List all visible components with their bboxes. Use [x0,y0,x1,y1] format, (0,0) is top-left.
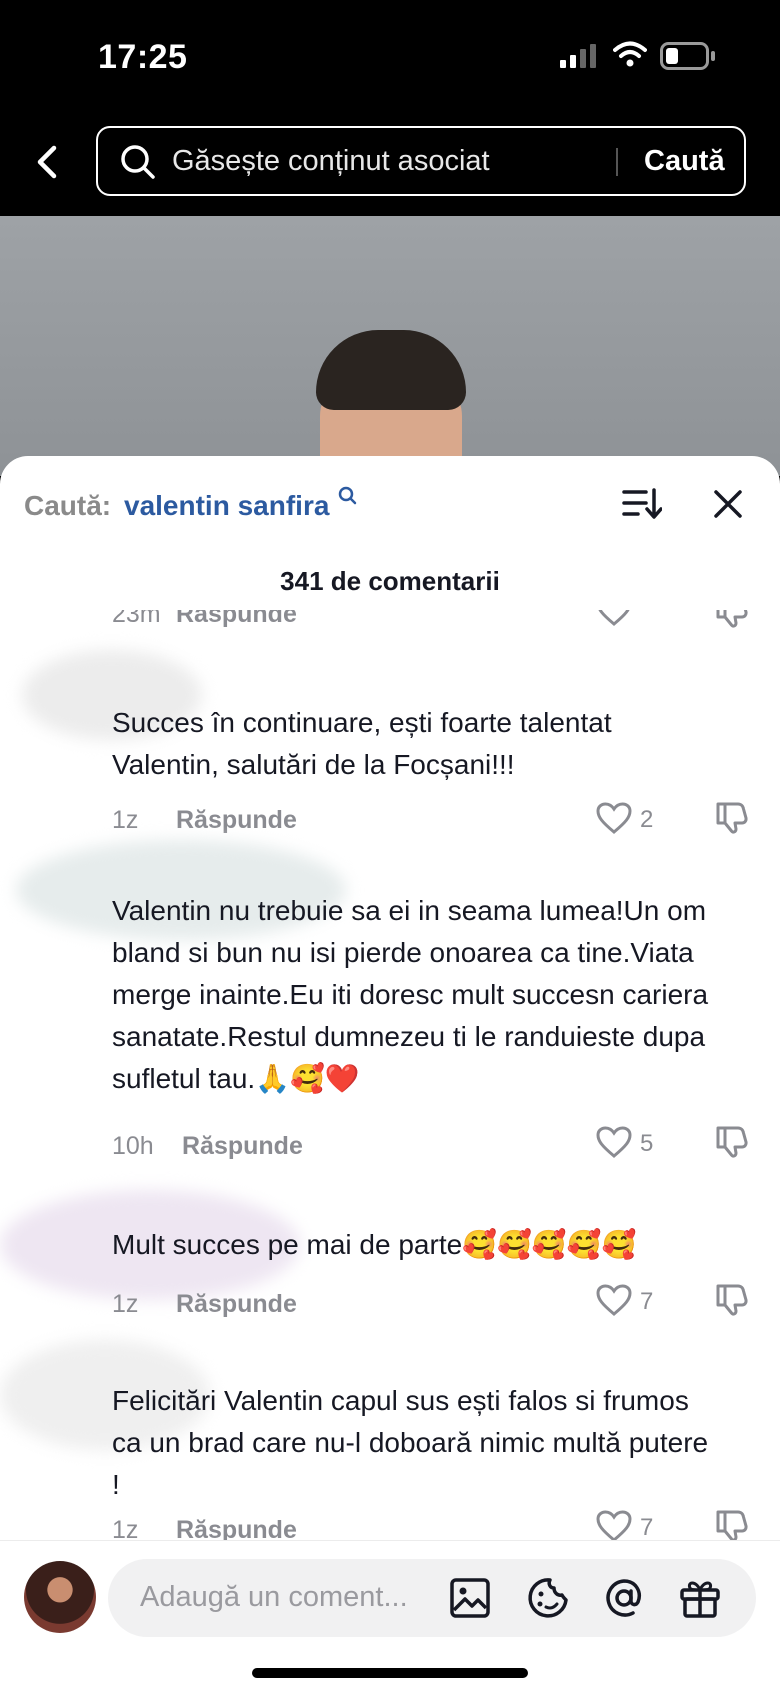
battery-icon [660,42,715,70]
person-hair [316,330,466,410]
comment-text: Mult succes pe mai de parte🥰🥰🥰🥰🥰 [112,1229,637,1260]
sort-icon[interactable] [622,486,662,522]
comment-meta: 1z Răspunde [112,1290,297,1319]
comment-meta: 1z Răspunde [112,806,297,835]
like-count: 5 [640,1130,654,1157]
comments-list[interactable]: 23m Răspunde Succes în continuare, ești … [0,610,780,1610]
comment-count: 341 de comentarii [280,566,500,596]
search-divider [616,148,618,176]
reply-button[interactable]: Răspunde [176,806,297,835]
comment-text: Felicitări Valentin capul sus ești falos… [112,1385,709,1500]
wifi-icon [613,41,647,67]
image-icon[interactable] [448,1576,492,1620]
top-bar: Găsește conținut asociat Caută [0,118,780,216]
comment-text: Succes în continuare, ești foarte talent… [112,707,612,780]
like-count: 7 [640,1514,654,1541]
search-placeholder: Găsește conținut asociat [172,145,490,177]
heart-icon[interactable] [596,1126,632,1158]
reply-button[interactable]: Răspunde [176,1290,297,1319]
like-count: 7 [640,1288,654,1315]
search-icon [121,145,155,179]
dislike-icon[interactable] [714,1124,750,1160]
comment-meta: 23m Răspunde [112,610,297,629]
comment-input[interactable]: Adaugă un coment... [108,1559,756,1637]
comment-composer: Adaugă un coment... [0,1540,780,1694]
signal-icon [560,44,596,68]
comments-sheet: Caută: valentin sanfira 341 de comentari… [0,456,780,1693]
search-query-link[interactable]: valentin sanfira [124,490,329,522]
search-button[interactable]: Caută [644,145,725,178]
status-time: 17:25 [98,38,188,76]
comment-meta: 10h Răspunde [112,1132,303,1161]
dislike-icon[interactable] [714,1508,750,1544]
comment-text: Valentin nu trebuie sa ei in seama lumea… [112,895,709,1094]
like-count: 2 [640,806,654,833]
search-icon[interactable] [338,486,358,506]
reply-button[interactable]: Răspunde [176,610,297,629]
comment-time: 1z [112,806,139,834]
status-bar: 17:25 [0,0,780,118]
comment-placeholder: Adaugă un coment... [140,1581,408,1613]
heart-icon[interactable] [596,610,632,626]
dislike-icon[interactable] [714,1282,750,1318]
heart-icon[interactable] [596,802,632,834]
comment-time: 10h [112,1132,154,1160]
comment-time: 1z [112,1290,139,1318]
home-indicator [252,1668,528,1678]
comment-time: 23m [112,610,161,628]
user-avatar[interactable] [24,1561,96,1633]
close-icon[interactable] [712,488,744,520]
emoji-icon[interactable] [526,1576,570,1620]
mention-icon[interactable] [602,1576,646,1620]
heart-icon[interactable] [596,1510,632,1542]
heart-icon[interactable] [596,1284,632,1316]
search-input[interactable]: Găsește conținut asociat Caută [96,126,746,196]
dislike-icon[interactable] [714,800,750,836]
search-label: Caută: [24,490,112,521]
video-preview[interactable] [0,216,780,476]
reply-button[interactable]: Răspunde [182,1132,303,1161]
gift-icon[interactable] [678,1576,722,1620]
dislike-icon[interactable] [714,610,750,630]
back-arrow-icon[interactable] [28,142,68,182]
